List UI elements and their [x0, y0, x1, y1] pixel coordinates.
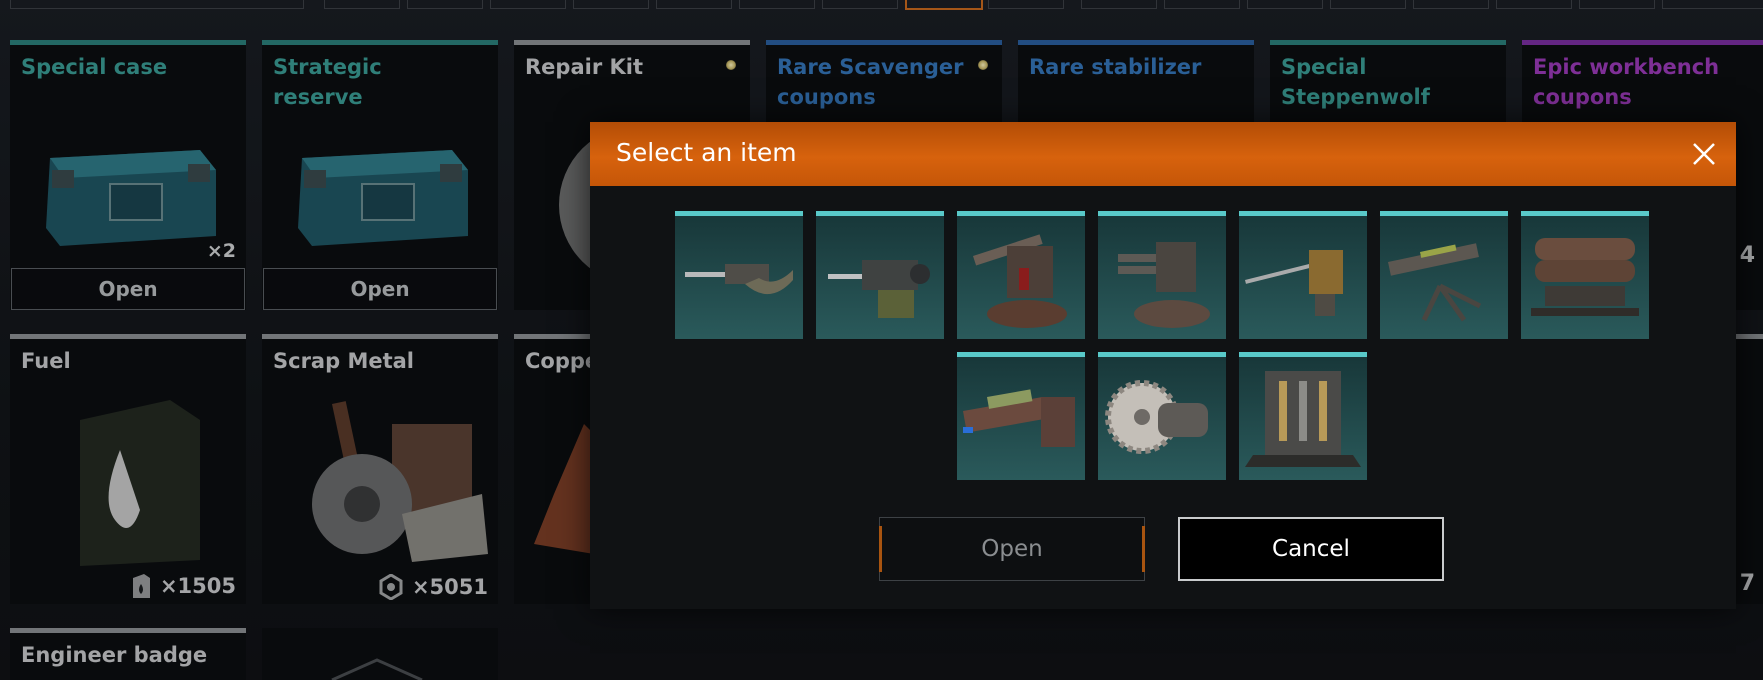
open-button[interactable]: Open	[879, 517, 1145, 581]
autocannon-turret-icon	[1118, 242, 1210, 328]
item-tile[interactable]	[1380, 211, 1508, 339]
sniper-cannon-icon	[1245, 250, 1343, 316]
dialog-header: Select an item	[590, 122, 1736, 186]
cancel-button[interactable]: Cancel	[1178, 517, 1444, 581]
item-tile[interactable]	[1098, 211, 1226, 339]
item-tile[interactable]	[1521, 211, 1649, 339]
item-tile[interactable]	[957, 211, 1085, 339]
dialog-title: Select an item	[616, 138, 797, 167]
generator-module-icon	[1245, 371, 1361, 467]
rocket-launcher-icon	[1531, 238, 1639, 316]
item-tile[interactable]	[816, 211, 944, 339]
laser-cannon-icon	[963, 389, 1075, 447]
machine-gun-icon	[685, 264, 793, 295]
item-tile[interactable]	[675, 211, 803, 339]
item-tile[interactable]	[957, 352, 1085, 480]
saw-blade-icon	[1105, 380, 1208, 454]
rail-cannon-icon	[1388, 243, 1482, 322]
cannon-turret-icon	[973, 234, 1067, 328]
heavy-machine-gun-icon	[828, 260, 930, 318]
item-tile[interactable]	[1239, 211, 1367, 339]
close-icon[interactable]	[1690, 140, 1718, 168]
item-tile[interactable]	[1239, 352, 1367, 480]
item-tile[interactable]	[1098, 352, 1226, 480]
select-item-dialog: Select an item Open Cancel	[590, 122, 1736, 609]
